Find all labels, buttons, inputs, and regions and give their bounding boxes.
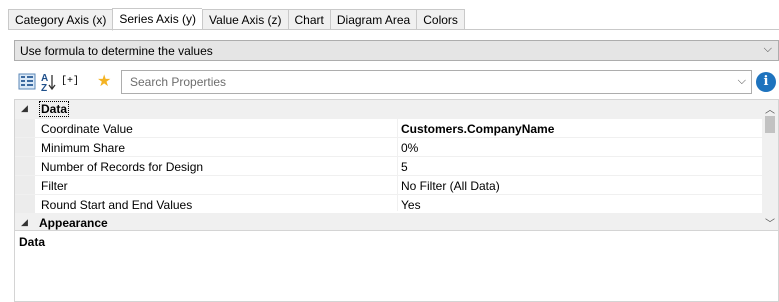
formula-dropdown-value: Use formula to determine the values	[20, 44, 213, 58]
vertical-scrollbar[interactable]: ︿ ﹀	[762, 100, 778, 230]
chevron-down-icon[interactable]: ⌵	[738, 75, 746, 88]
scrollbar-thumb[interactable]	[765, 116, 775, 133]
property-value[interactable]: 0%	[401, 141, 418, 155]
property-grid: ◢ Data Coordinate Value Customers.Compan…	[14, 99, 779, 231]
tab-chart[interactable]: Chart	[287, 9, 330, 30]
tab-diagram-area[interactable]: Diagram Area	[329, 9, 417, 30]
scroll-up-icon[interactable]: ︿	[765, 101, 775, 116]
property-value[interactable]: Customers.CompanyName	[401, 122, 554, 136]
category-label: Data	[39, 101, 70, 117]
property-row[interactable]: Number of Records for Design 5	[15, 157, 762, 176]
chevron-down-icon: ⌵	[763, 43, 772, 55]
svg-text:Z: Z	[41, 83, 47, 93]
property-name: Number of Records for Design	[41, 160, 204, 174]
scroll-down-icon[interactable]: ﹀	[765, 215, 775, 230]
category-row-appearance[interactable]: ◢ Appearance	[15, 214, 762, 230]
property-row[interactable]: Coordinate Value Customers.CompanyName	[15, 119, 762, 138]
categorized-sort-icon[interactable]	[18, 71, 36, 95]
favorites-star-icon[interactable]: ★	[97, 71, 115, 95]
category-row-data[interactable]: ◢ Data	[15, 100, 762, 119]
description-title: Data	[19, 235, 46, 249]
formula-dropdown[interactable]: Use formula to determine the values ⌵	[14, 40, 779, 61]
tab-series-axis[interactable]: Series Axis (y)	[112, 8, 203, 31]
alphabetical-sort-icon[interactable]: A Z	[40, 71, 56, 95]
search-properties-field[interactable]: ⌵	[121, 70, 752, 94]
collapse-triangle-icon[interactable]: ◢	[21, 103, 28, 114]
tab-strip: Category Axis (x) Series Axis (y) Value …	[8, 8, 465, 31]
property-name: Coordinate Value	[41, 122, 133, 136]
property-value[interactable]: 5	[401, 160, 408, 174]
search-input[interactable]	[130, 73, 710, 91]
expand-all-icon[interactable]: [+]	[61, 76, 83, 100]
property-row[interactable]: Round Start and End Values Yes	[15, 195, 762, 214]
description-pane: Data	[14, 231, 779, 302]
property-name: Filter	[41, 179, 68, 193]
tab-divider	[8, 29, 779, 30]
property-value[interactable]: Yes	[401, 198, 421, 212]
collapse-triangle-icon[interactable]: ◢	[21, 217, 28, 228]
property-value[interactable]: No Filter (All Data)	[401, 179, 500, 193]
tab-value-axis[interactable]: Value Axis (z)	[202, 9, 288, 30]
property-row[interactable]: Minimum Share 0%	[15, 138, 762, 157]
tab-category-axis[interactable]: Category Axis (x)	[8, 9, 113, 30]
property-row[interactable]: Filter No Filter (All Data)	[15, 176, 762, 195]
category-label: Appearance	[39, 216, 108, 230]
property-name: Minimum Share	[41, 141, 126, 155]
property-toolbar: A Z [+] ★ ⌵ i	[14, 70, 779, 96]
info-icon[interactable]: i	[756, 72, 776, 92]
property-name: Round Start and End Values	[41, 198, 193, 212]
tab-colors[interactable]: Colors	[416, 9, 465, 30]
